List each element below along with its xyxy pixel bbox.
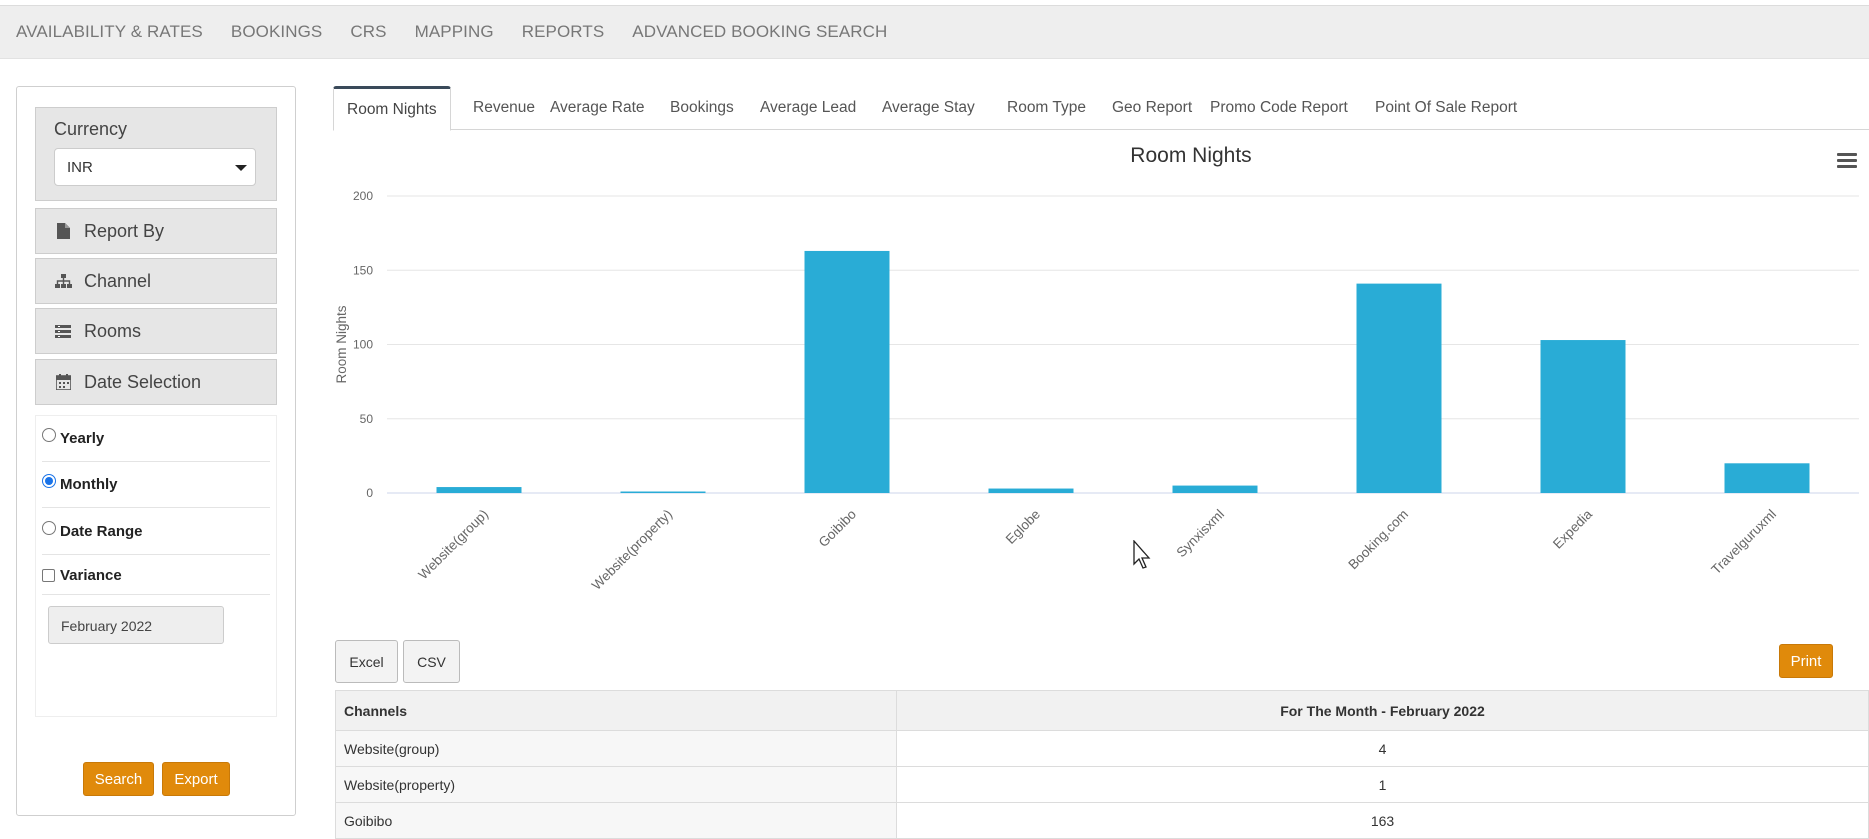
channel-cell: Website(property) [335,766,897,803]
date-range-label: Date Range [60,523,143,540]
print-button[interactable]: Print [1779,644,1833,678]
bar [1540,340,1626,493]
divider [42,461,270,462]
export-button[interactable]: Export [162,762,230,796]
value-cell: 1 [896,766,1869,803]
filter-sidebar: Currency INR Report By Channel Rooms Dat… [16,86,296,816]
divider [42,554,270,555]
channel-cell: Goibibo [335,802,897,839]
nav-crs[interactable]: CRS [350,22,386,42]
x-tick-label: Expedia [1550,506,1595,551]
value-cell: 4 [896,730,1869,767]
report-tabs: Room Nights Revenue Average Rate Booking… [333,86,1869,131]
calendar-icon [54,374,72,390]
mouse-cursor-icon [1133,540,1151,569]
table-row: Website(property) 1 [335,766,1869,803]
tab-promo-code-report[interactable]: Promo Code Report [1197,86,1361,130]
y-tick-label: 200 [353,189,373,203]
bar [1724,463,1810,493]
table-row: Goibibo 163 [335,802,1869,839]
csv-button[interactable]: CSV [403,640,460,683]
table-row: Website(group) 4 [335,730,1869,767]
date-selection-label: Date Selection [84,371,202,392]
x-tick-label: Booking.com [1345,507,1411,573]
monthly-option[interactable]: Monthly [42,473,270,493]
monthly-radio[interactable] [42,473,56,488]
divider [42,507,270,508]
x-tick-label: Synxisxml [1174,507,1228,561]
rooms-button[interactable]: Rooms [35,308,277,354]
nav-availability-rates[interactable]: AVAILABILITY & RATES [16,22,203,42]
x-tick-label: Website(property) [589,507,675,593]
x-tick-label: Goibibo [816,507,860,551]
bar [1172,485,1258,493]
channel-button[interactable]: Channel [35,258,277,304]
tab-room-type[interactable]: Room Type [994,86,1099,130]
excel-button[interactable]: Excel [335,640,398,683]
bar [988,488,1074,493]
tab-bookings[interactable]: Bookings [657,86,747,130]
chart-menu-icon[interactable] [1837,150,1857,171]
caret-down-icon [235,165,247,171]
nav-bookings[interactable]: BOOKINGS [231,22,323,42]
file-icon [54,223,72,239]
value-cell: 163 [896,802,1869,839]
report-by-label: Report By [84,220,165,241]
x-tick-label: Eglobe [1003,507,1043,547]
list-icon [54,324,72,338]
y-tick-label: 100 [353,338,373,352]
nav-reports[interactable]: REPORTS [522,22,605,42]
bar [620,491,706,493]
monthly-label: Monthly [60,476,118,493]
date-range-option[interactable]: Date Range [42,520,270,540]
room-nights-chart: Room Nights 0 50 100 150 200 Room Nights Websit… [333,130,1869,630]
chart-svg: Room Nights 0 50 100 150 200 Room Nights Websit… [334,144,1859,593]
data-table: Channels For The Month - February 2022 W… [335,690,1869,839]
x-tick-label: Travelguruxml [1708,507,1779,578]
currency-label: Currency [54,119,128,139]
table-header-row: Channels For The Month - February 2022 [335,690,1869,731]
yearly-option[interactable]: Yearly [42,427,270,447]
bar [436,487,522,493]
chart-title: Room Nights [1130,144,1251,167]
y-tick-label: 150 [353,263,373,277]
report-by-button[interactable]: Report By [35,208,277,254]
nav-mapping[interactable]: MAPPING [415,22,494,42]
tab-geo-report[interactable]: Geo Report [1099,86,1205,130]
tab-average-stay[interactable]: Average Stay [869,86,988,130]
channel-cell: Website(group) [335,730,897,767]
bar [1356,283,1442,493]
tab-room-nights[interactable]: Room Nights [333,86,451,131]
variance-option[interactable]: Variance [42,567,270,584]
currency-select[interactable]: INR [54,148,256,186]
channel-label: Channel [84,270,152,291]
y-axis-label: Room Nights [334,305,349,383]
nav-advanced-booking-search[interactable]: ADVANCED BOOKING SEARCH [632,22,887,42]
divider [42,594,270,595]
tab-average-rate[interactable]: Average Rate [537,86,658,130]
date-range-radio[interactable] [42,520,56,535]
y-tick-label: 50 [360,412,374,426]
date-selection-button[interactable]: Date Selection [35,359,277,405]
top-nav: AVAILABILITY & RATES BOOKINGS CRS MAPPIN… [0,5,1869,59]
tab-average-lead[interactable]: Average Lead [747,86,869,130]
x-tick-label: Website(group) [415,507,491,583]
variance-checkbox[interactable] [42,569,55,582]
search-button[interactable]: Search [83,762,154,796]
yearly-label: Yearly [60,430,105,447]
yearly-radio[interactable] [42,427,56,442]
channels-header: Channels [335,690,897,731]
tab-point-of-sale-report[interactable]: Point Of Sale Report [1362,86,1530,130]
tab-revenue[interactable]: Revenue [460,86,548,130]
currency-panel: Currency INR [35,107,277,201]
sitemap-icon [54,274,72,288]
bar [804,250,890,493]
y-tick-label: 0 [366,486,373,500]
date-options-panel: Yearly Monthly Date Range Variance Febru… [35,415,277,717]
currency-value: INR [67,159,93,176]
rooms-label: Rooms [84,320,142,341]
month-header: For The Month - February 2022 [896,690,1869,731]
variance-label: Variance [60,567,122,584]
month-picker-input[interactable]: February 2022 [48,606,224,644]
